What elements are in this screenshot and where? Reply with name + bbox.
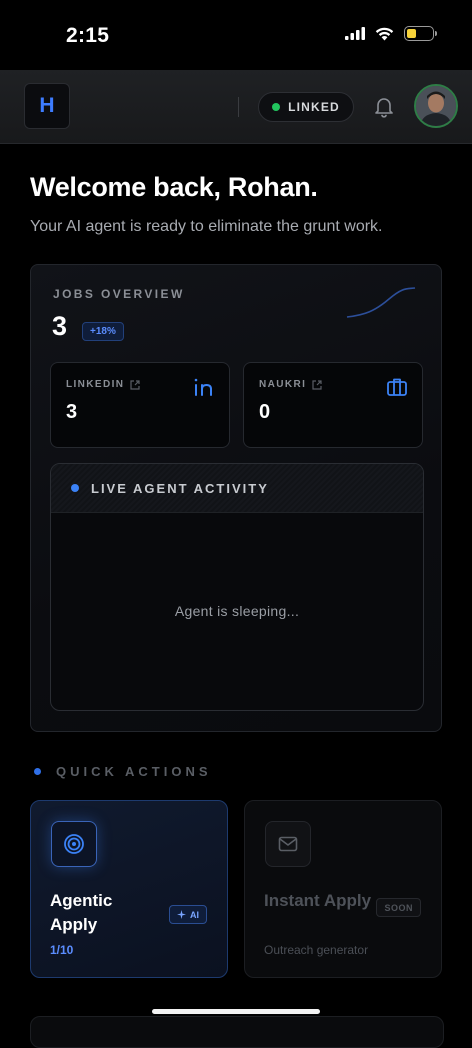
wifi-icon	[375, 27, 394, 40]
naukri-stat-card[interactable]: NAUKRI 0	[243, 362, 423, 448]
page-subtitle: Your AI agent is ready to eliminate the …	[30, 218, 383, 235]
app-header: H LINKED	[0, 70, 472, 144]
linked-status-badge[interactable]: LINKED	[258, 92, 354, 122]
status-bar: 2:15	[0, 0, 472, 70]
quick-actions-header: QUICK ACTIONS	[34, 764, 212, 779]
live-agent-activity-panel: LIVE AGENT ACTIVITY Agent is sleeping...	[50, 463, 424, 711]
quick-actions-title: QUICK ACTIONS	[56, 764, 212, 779]
activity-title: LIVE AGENT ACTIVITY	[91, 480, 269, 496]
instant-apply-icon-box	[265, 821, 311, 867]
status-time: 2:15	[66, 24, 110, 47]
briefcase-icon	[387, 378, 407, 396]
battery-icon	[404, 26, 437, 41]
bell-icon[interactable]	[373, 95, 395, 119]
activity-status-text: Agent is sleeping...	[174, 603, 300, 619]
activity-status-dot	[71, 484, 79, 492]
external-link-icon	[312, 379, 322, 390]
instant-apply-card[interactable]: Instant Apply SOON Outreach generator	[244, 800, 442, 978]
header-divider	[238, 97, 239, 117]
linkedin-stat-card[interactable]: LINKEDIN 3	[50, 362, 230, 448]
ai-badge-label: AI	[190, 909, 199, 920]
status-icons	[345, 26, 437, 41]
soon-badge: SOON	[376, 898, 421, 917]
naukri-stat-label: NAUKRI	[259, 379, 307, 390]
linkedin-icon	[194, 378, 212, 396]
linkedin-stat-label-row: LINKEDIN	[66, 379, 141, 390]
app-logo[interactable]: H	[24, 83, 70, 129]
jobs-overview-card: JOBS OVERVIEW 3 +18% LINKEDIN 3 NAUKRI 0…	[30, 264, 442, 732]
target-icon	[64, 834, 84, 854]
jobs-overview-count: 3	[52, 311, 68, 341]
agentic-apply-usage: 1/10	[50, 943, 74, 957]
avatar[interactable]	[414, 84, 458, 128]
page-title: Welcome back, Rohan.	[30, 172, 318, 202]
naukri-stat-value: 0	[259, 401, 271, 423]
instant-apply-subtitle: Outreach generator	[264, 943, 369, 957]
jobs-change-badge: +18%	[82, 322, 124, 341]
linked-dot	[272, 103, 281, 111]
signal-icon	[345, 27, 365, 40]
linkedin-stat-value: 3	[66, 401, 78, 423]
sparkle-icon	[177, 910, 186, 919]
linkedin-stat-label: LINKEDIN	[66, 379, 125, 390]
jobs-overview-label: JOBS OVERVIEW	[53, 287, 185, 301]
activity-header: LIVE AGENT ACTIVITY	[51, 464, 423, 513]
naukri-stat-label-row: NAUKRI	[259, 379, 322, 390]
next-section-card	[30, 1016, 444, 1048]
quick-actions-dot	[34, 768, 41, 775]
home-indicator[interactable]	[152, 1009, 320, 1014]
agentic-apply-card[interactable]: Agentic Apply AI 1/10	[30, 800, 228, 978]
mail-icon	[278, 836, 298, 852]
instant-apply-title: Instant Apply	[264, 891, 372, 910]
agentic-apply-title: Agentic Apply	[50, 891, 113, 934]
external-link-icon	[130, 379, 141, 390]
avatar-photo	[416, 86, 456, 126]
agentic-apply-icon-box	[51, 821, 97, 867]
ai-badge: AI	[169, 905, 207, 924]
trend-sparkline	[346, 287, 416, 318]
linked-label: LINKED	[288, 100, 340, 114]
